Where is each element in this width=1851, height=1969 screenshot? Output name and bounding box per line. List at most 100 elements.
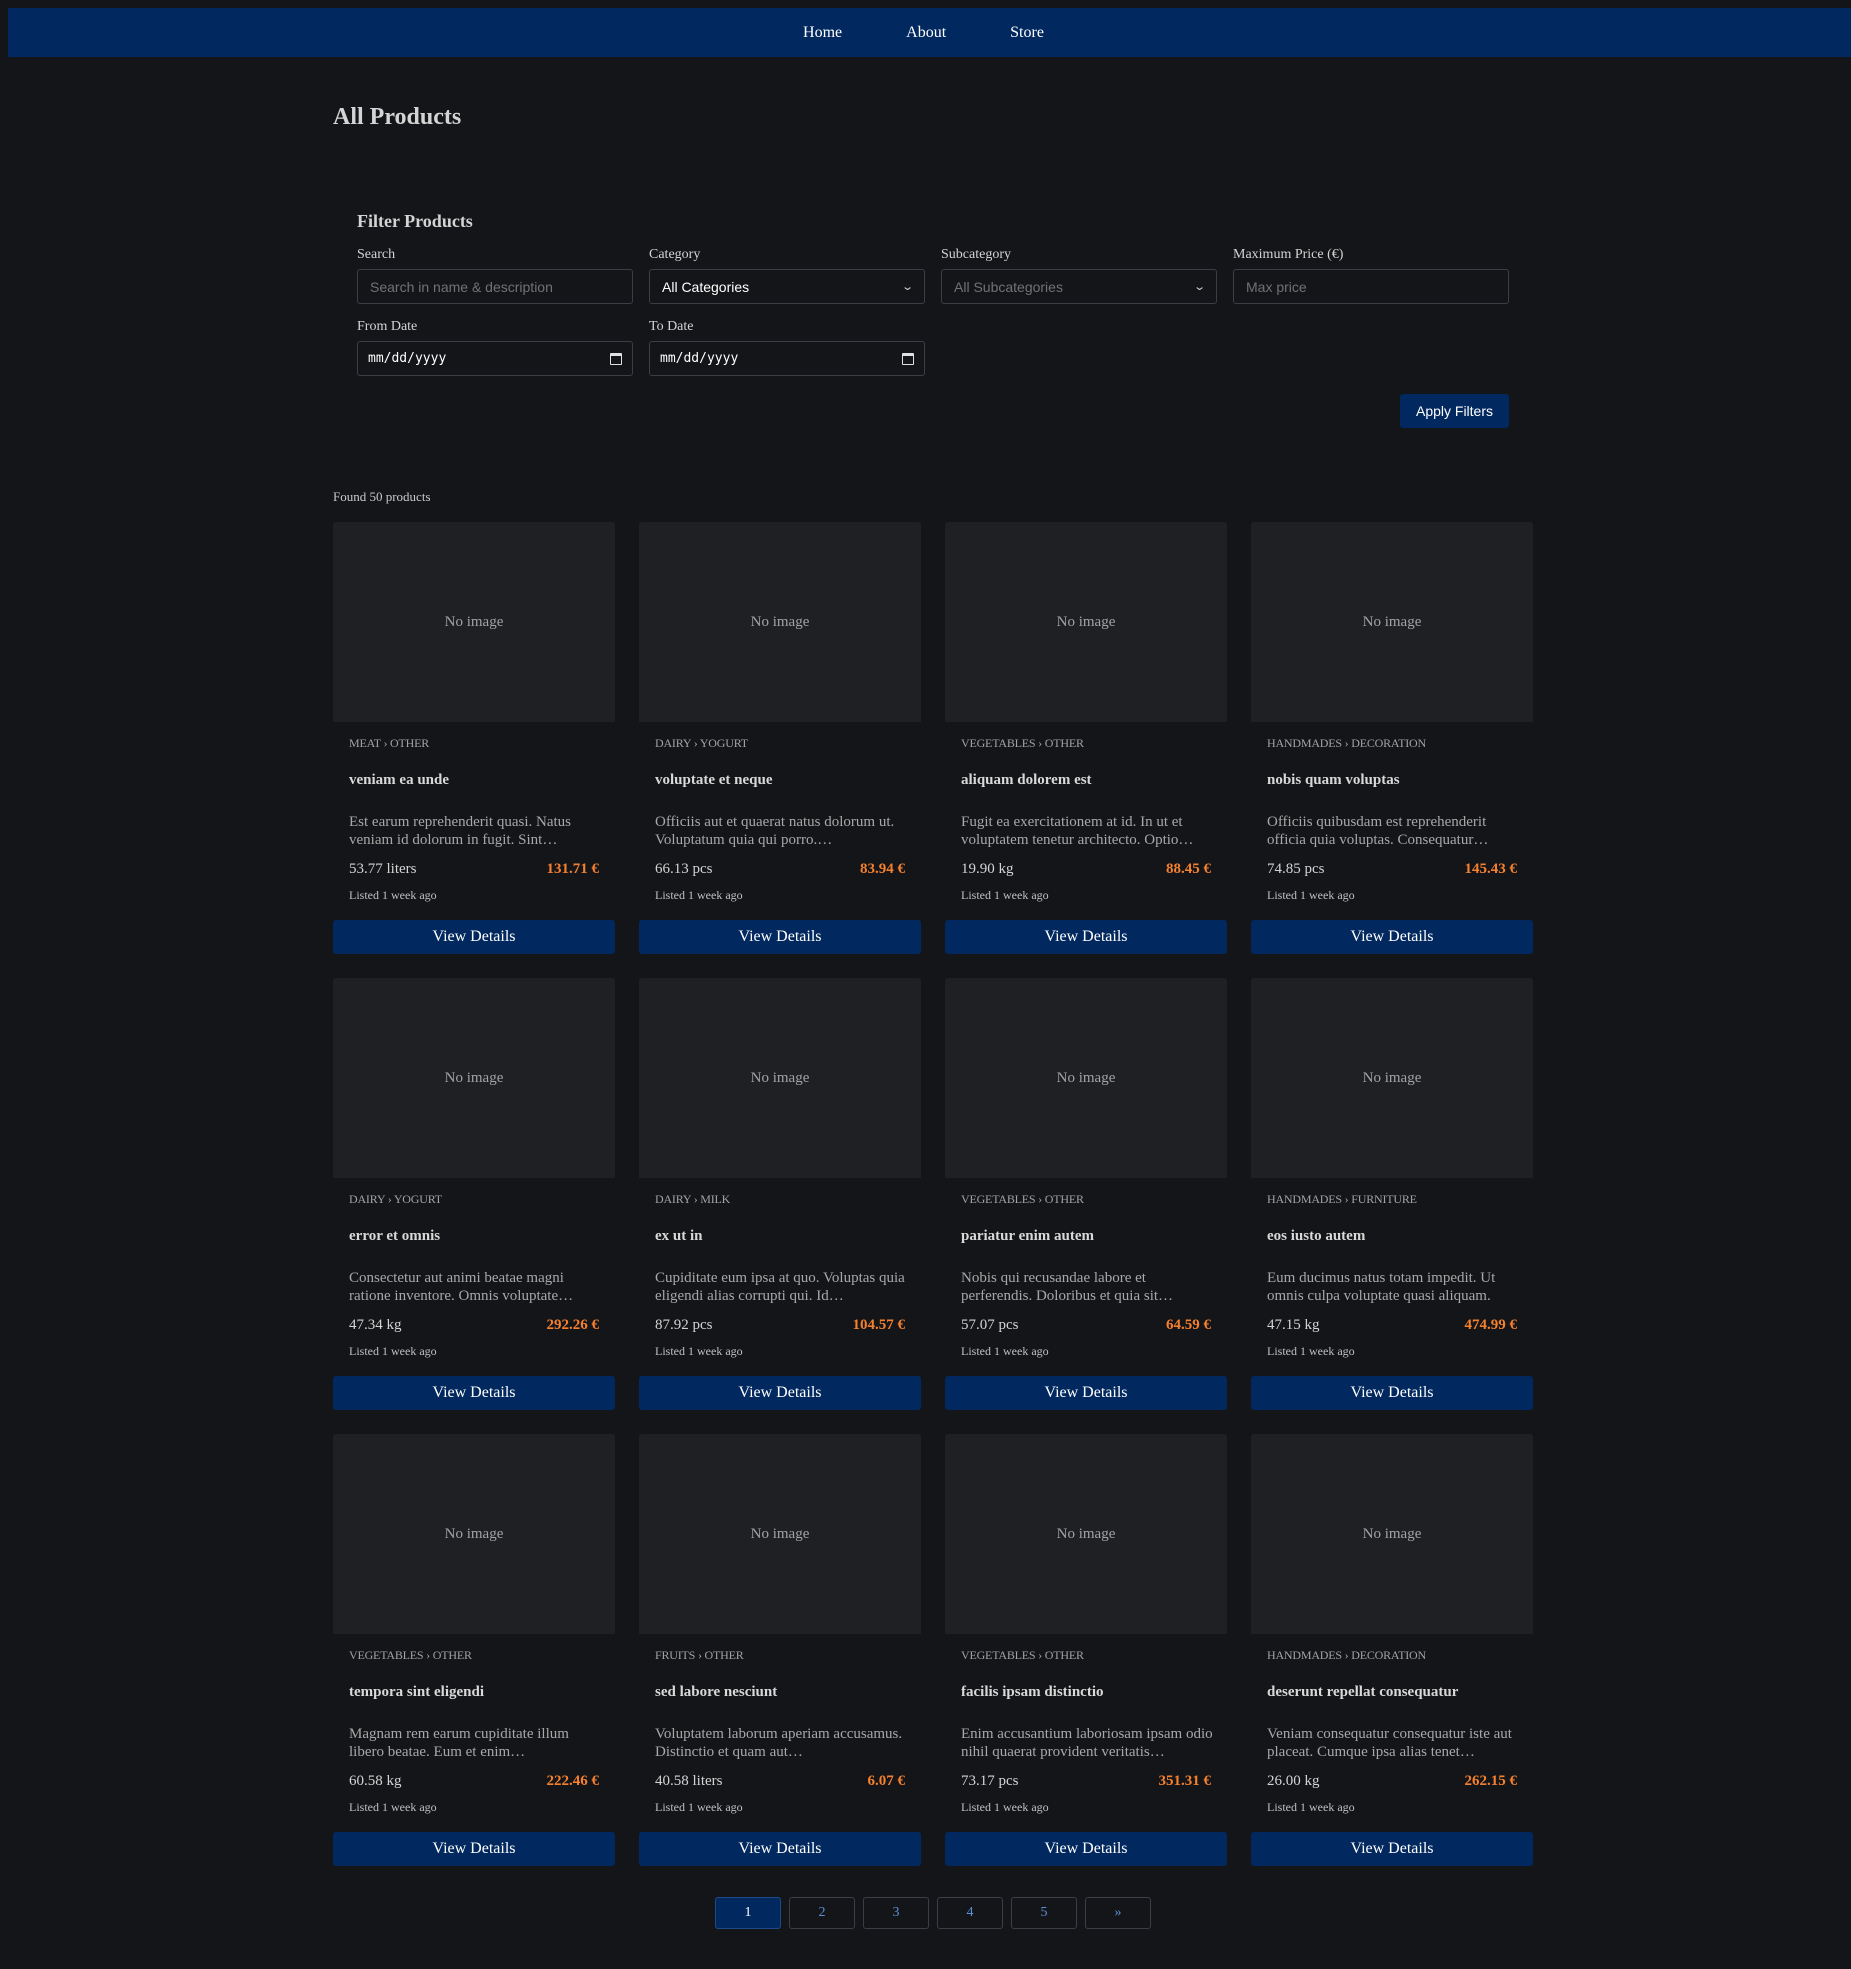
product-price: 6.07 € [867,1773,906,1789]
product-description: Officiis quibusdam est reprehenderit off… [1267,814,1489,848]
product-category: HANDMADES › DECORATION [1267,736,1426,750]
pagination-page[interactable]: 3 [863,1897,929,1929]
product-name: facilis ipsam distinctio [961,1684,1104,1700]
product-price: 222.46 € [546,1773,600,1789]
product-image-placeholder: No image [639,1434,921,1634]
product-category: VEGETABLES › OTHER [961,1192,1084,1206]
search-input[interactable]: Search in name & description [357,269,633,304]
product-price: 88.45 € [1166,861,1211,877]
to-date-value: mm/dd/yyyy [660,351,739,366]
page-title: All Products [333,104,462,130]
product-price: 131.71 € [546,861,600,877]
from-date-input[interactable]: mm/dd/yyyy [357,341,633,376]
product-quantity: 26.00 kg [1267,1773,1320,1789]
product-listed-date: Listed 1 week ago [655,1344,743,1358]
product-listed-date: Listed 1 week ago [349,888,437,902]
product-name: aliquam dolorem est [961,772,1092,788]
subcategory-select[interactable]: All Subcategories ⌄ [941,269,1217,304]
product-card: No image VEGETABLES › OTHER pariatur enim … [945,978,1227,1410]
max-price-input[interactable]: Max price [1233,269,1509,304]
product-card: No image VEGETABLES › OTHER tempora sint e… [333,1434,615,1866]
product-description: Nobis qui recusandae labore et perferend… [961,1270,1174,1304]
chevron-down-icon: ⌄ [1192,281,1206,293]
nav-about-link[interactable]: About [906,24,946,42]
product-quantity: 73.17 pcs [961,1773,1019,1789]
product-name: tempora sint eligendi [349,1684,484,1700]
product-image-placeholder: No image [1251,1434,1533,1634]
product-quantity: 60.58 kg [349,1773,402,1789]
product-listed-date: Listed 1 week ago [349,1344,437,1358]
product-listed-date: Listed 1 week ago [961,1800,1049,1814]
view-details-button[interactable]: View Details [333,1376,615,1410]
pagination: 1 2 3 4 5» [715,1897,1151,1929]
product-description: Cupiditate eum ipsa at quo. Voluptas qui… [655,1270,905,1304]
product-name: eos iusto autem [1267,1228,1366,1244]
subcategory-label: Subcategory [941,247,1011,262]
product-quantity: 66.13 pcs [655,861,713,877]
max-price-group: Maximum Price (€) Max price [1233,247,1509,304]
pagination-page[interactable]: 1 [715,1897,781,1929]
product-description: Veniam consequatur consequatur iste aut … [1267,1726,1512,1760]
product-description: Enim accusantium laboriosam ipsam odio n… [961,1726,1213,1760]
product-description: Officiis aut et quaerat natus dolorum ut… [655,814,895,848]
product-price: 83.94 € [860,861,905,877]
calendar-icon[interactable] [902,352,914,365]
product-card: No image FRUITS › OTHER sed labore nesciun… [639,1434,921,1866]
view-details-button[interactable]: View Details [639,1832,921,1866]
view-details-button[interactable]: View Details [945,920,1227,954]
product-quantity: 74.85 pcs [1267,861,1325,877]
product-category: VEGETABLES › OTHER [961,1648,1084,1662]
product-image-placeholder: No image [639,978,921,1178]
product-name: sed labore nesciunt [655,1684,778,1700]
category-group: Category All Categories ⌄ [649,247,925,304]
view-details-button[interactable]: View Details [1251,920,1533,954]
view-details-button[interactable]: View Details [333,920,615,954]
category-select[interactable]: All Categories ⌄ [649,269,925,304]
product-card: No image HANDMADES › DECORATION nobis quam… [1251,522,1533,954]
product-quantity: 53.77 liters [349,861,417,877]
subcategory-select-value: All Subcategories [954,278,1063,295]
product-name: ex ut in [655,1228,703,1244]
product-image-placeholder: No image [945,978,1227,1178]
product-image-placeholder: No image [333,978,615,1178]
view-details-button[interactable]: View Details [639,920,921,954]
product-card: No image VEGETABLES › OTHER aliquam dolore… [945,522,1227,954]
nav-store-link[interactable]: Store [1010,24,1044,42]
pagination-page[interactable]: 5 [1011,1897,1077,1929]
view-details-button[interactable]: View Details [639,1376,921,1410]
pagination-page[interactable]: 2 [789,1897,855,1929]
to-date-input[interactable]: mm/dd/yyyy [649,341,925,376]
product-quantity: 87.92 pcs [655,1317,713,1333]
product-price: 64.59 € [1166,1317,1211,1333]
product-listed-date: Listed 1 week ago [1267,1344,1355,1358]
results-count: Found 50 products [333,489,431,504]
product-quantity: 47.34 kg [349,1317,402,1333]
product-image-placeholder: No image [333,1434,615,1634]
view-details-button[interactable]: View Details [945,1832,1227,1866]
from-date-value: mm/dd/yyyy [368,351,447,366]
product-description: Consectetur aut animi beatae magni ratio… [349,1270,574,1304]
from-date-label: From Date [357,319,418,334]
view-details-button[interactable]: View Details [945,1376,1227,1410]
calendar-icon[interactable] [610,352,622,365]
nav-home-link[interactable]: Home [803,24,842,42]
view-details-button[interactable]: View Details [1251,1376,1533,1410]
view-details-button[interactable]: View Details [1251,1832,1533,1866]
product-quantity: 47.15 kg [1267,1317,1320,1333]
pagination-next[interactable]: » [1085,1897,1151,1929]
product-description: Eum ducimus natus totam impedit. Ut omni… [1267,1270,1496,1304]
product-category: HANDMADES › DECORATION [1267,1648,1426,1662]
view-details-button[interactable]: View Details [333,1832,615,1866]
pagination-page[interactable]: 4 [937,1897,1003,1929]
product-name: error et omnis [349,1228,441,1244]
product-card: No image DAIRY › YOGURT voluptate et neque… [639,522,921,954]
product-price: 145.43 € [1464,861,1518,877]
product-listed-date: Listed 1 week ago [1267,1800,1355,1814]
top-navbar: Home About Store [8,8,1851,57]
product-listed-date: Listed 1 week ago [961,1344,1049,1358]
apply-filters-button[interactable]: Apply Filters [1400,394,1509,428]
product-image-placeholder: No image [945,1434,1227,1634]
product-price: 351.31 € [1158,1773,1212,1789]
product-name: deserunt repellat consequatur [1267,1684,1459,1700]
product-price: 474.99 € [1464,1317,1518,1333]
